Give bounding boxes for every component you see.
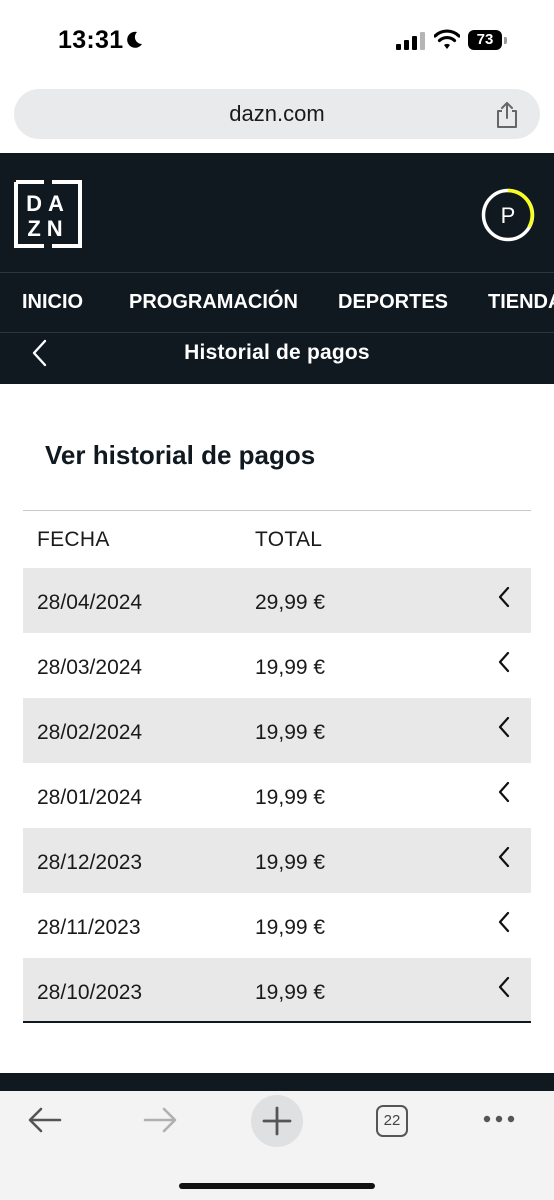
payment-date: 28/11/2023 xyxy=(37,916,141,939)
logo-line-2: ZN xyxy=(27,216,68,241)
payment-date: 28/12/2023 xyxy=(37,851,143,874)
status-bar: 13:31 73 xyxy=(0,0,554,82)
payment-date: 28/03/2024 xyxy=(37,656,143,679)
chevron-left-icon[interactable] xyxy=(497,976,511,998)
chevron-left-icon[interactable] xyxy=(497,781,511,803)
chevron-left-icon[interactable] xyxy=(497,651,511,673)
address-bar[interactable]: dazn.com xyxy=(14,89,540,139)
payment-total: 19,99 € xyxy=(255,916,326,939)
wifi-icon xyxy=(434,29,460,49)
payment-row[interactable]: 28/10/2023 19,99 € xyxy=(23,958,531,1023)
page-heading: Ver historial de pagos xyxy=(45,440,316,470)
more-options-icon[interactable] xyxy=(482,1113,516,1125)
chevron-left-icon[interactable] xyxy=(497,846,511,868)
profile-avatar[interactable]: P xyxy=(480,187,536,243)
tabs-count-button[interactable]: 22 xyxy=(376,1105,408,1137)
url-text[interactable]: dazn.com xyxy=(14,89,540,139)
browser-back-icon[interactable] xyxy=(28,1107,62,1133)
main-nav: INICIO PROGRAMACIÓN DEPORTES TIENDA xyxy=(0,273,554,332)
avatar-initial: P xyxy=(501,203,516,228)
site-footer xyxy=(0,1073,554,1091)
payment-row[interactable]: 28/02/2024 19,99 € xyxy=(23,698,531,763)
payment-total: 19,99 € xyxy=(255,851,326,874)
nav-item-deportes[interactable]: DEPORTES xyxy=(338,273,448,332)
payment-history-table: 28/04/2024 29,99 € 28/03/2024 19,99 € 28… xyxy=(23,568,531,1023)
chevron-left-icon[interactable] xyxy=(497,716,511,738)
dazn-logo[interactable]: DA ZN xyxy=(14,180,82,248)
browser-toolbar: 22 xyxy=(0,1091,554,1200)
nav-item-inicio[interactable]: INICIO xyxy=(22,273,83,332)
payment-date: 28/02/2024 xyxy=(37,721,143,744)
column-header-total: TOTAL xyxy=(255,528,323,551)
logo-line-1: DA xyxy=(26,191,70,216)
share-icon[interactable] xyxy=(494,101,520,129)
plus-icon xyxy=(262,1106,292,1136)
payment-row[interactable]: 28/04/2024 29,99 € xyxy=(23,568,531,633)
table-bottom-divider xyxy=(23,1021,531,1023)
payment-total: 19,99 € xyxy=(255,656,326,679)
payment-total: 19,99 € xyxy=(255,786,326,809)
payment-date: 28/04/2024 xyxy=(37,591,143,614)
payment-total: 19,99 € xyxy=(255,721,326,744)
payment-row[interactable]: 28/11/2023 19,99 € xyxy=(23,893,531,958)
browser-forward-icon[interactable] xyxy=(143,1107,177,1133)
moon-icon xyxy=(127,31,142,48)
chevron-left-icon[interactable] xyxy=(497,586,511,608)
payment-date: 28/10/2023 xyxy=(37,981,143,1004)
site-header: DA ZN P INICIO PROGRAMACIÓN DEPORTES TIE… xyxy=(0,153,554,384)
status-time: 13:31 xyxy=(58,26,124,54)
payment-total: 29,99 € xyxy=(255,591,326,614)
battery-level: 73 xyxy=(468,30,502,50)
payment-row[interactable]: 28/01/2024 19,99 € xyxy=(23,763,531,828)
payment-row[interactable]: 28/03/2024 19,99 € xyxy=(23,633,531,698)
new-tab-button[interactable] xyxy=(251,1095,303,1147)
battery-tip xyxy=(504,37,507,44)
table-header: FECHA TOTAL xyxy=(23,511,531,568)
home-indicator xyxy=(179,1183,375,1189)
chevron-left-icon[interactable] xyxy=(497,911,511,933)
battery-icon: 73 xyxy=(468,30,510,52)
page-subtitle: Historial de pagos xyxy=(184,341,370,364)
nav-item-tienda[interactable]: TIENDA xyxy=(488,273,554,332)
cellular-signal-icon xyxy=(396,32,425,50)
nav-item-programacion[interactable]: PROGRAMACIÓN xyxy=(129,273,298,332)
payment-date: 28/01/2024 xyxy=(37,786,143,809)
payment-total: 19,99 € xyxy=(255,981,326,1004)
column-header-date: FECHA xyxy=(37,528,110,551)
payment-row[interactable]: 28/12/2023 19,99 € xyxy=(23,828,531,893)
